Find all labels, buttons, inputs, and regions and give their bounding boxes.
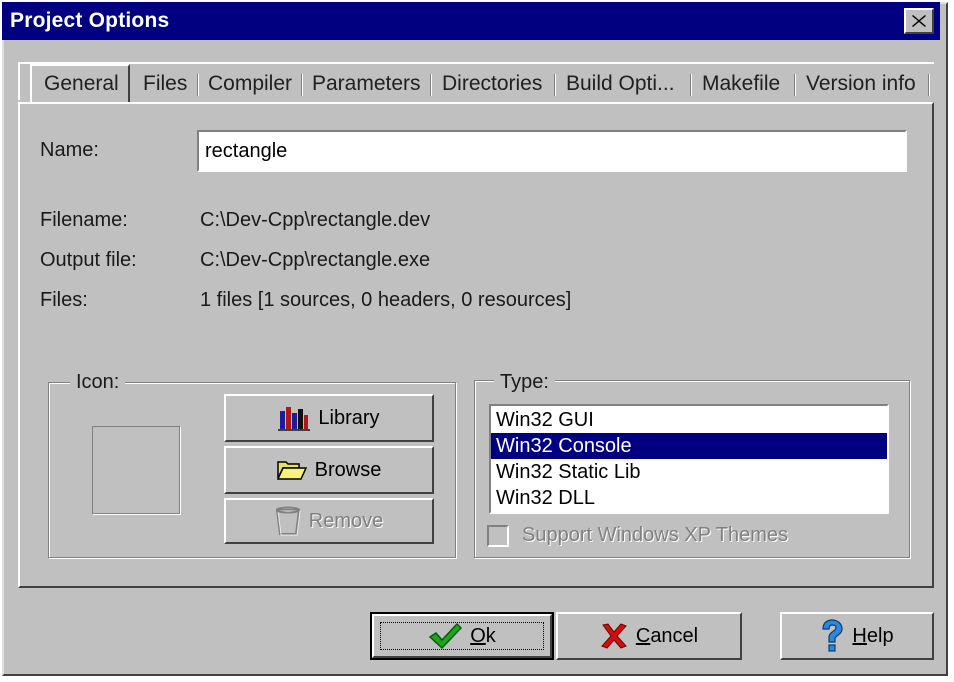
tab-separator bbox=[197, 74, 199, 96]
question-mark-icon bbox=[820, 619, 844, 653]
xp-themes-checkbox[interactable] bbox=[487, 525, 509, 547]
list-item-win32-dll[interactable]: Win32 DLL bbox=[491, 485, 887, 511]
tab-files[interactable]: Files bbox=[143, 72, 187, 96]
project-name-input[interactable] bbox=[197, 130, 907, 172]
window-title: Project Options bbox=[10, 9, 170, 32]
files-value: 1 files [1 sources, 0 headers, 0 resourc… bbox=[200, 289, 572, 311]
close-icon bbox=[912, 15, 926, 27]
browse-button[interactable]: Browse bbox=[224, 446, 434, 494]
icon-preview bbox=[92, 426, 180, 514]
library-books-icon bbox=[278, 405, 311, 431]
browse-button-label: Browse bbox=[314, 458, 382, 481]
output-file-value: C:\Dev-Cpp\rectangle.exe bbox=[200, 249, 431, 271]
cancel-button[interactable]: Cancel bbox=[556, 612, 742, 660]
tab-directories[interactable]: Directories bbox=[442, 72, 542, 96]
tab-separator bbox=[690, 74, 692, 96]
list-item-win32-static-lib[interactable]: Win32 Static Lib bbox=[491, 459, 887, 485]
red-x-icon bbox=[600, 623, 628, 649]
ok-focus-rect bbox=[380, 622, 544, 650]
library-button[interactable]: Library bbox=[224, 394, 434, 442]
tab-separator bbox=[301, 74, 303, 96]
list-item-win32-console[interactable]: Win32 Console bbox=[491, 433, 887, 459]
ok-button[interactable]: Ok bbox=[372, 614, 552, 658]
filename-label: Filename: bbox=[40, 209, 128, 231]
tab-separator bbox=[554, 74, 556, 96]
tab-parameters[interactable]: Parameters bbox=[312, 72, 421, 96]
tab-compiler[interactable]: Compiler bbox=[208, 72, 292, 96]
title-bar[interactable]: Project Options bbox=[2, 2, 940, 40]
library-button-label: Library bbox=[318, 406, 380, 429]
tab-separator bbox=[430, 74, 432, 96]
tab-separator bbox=[794, 74, 796, 96]
files-label: Files: bbox=[40, 289, 88, 311]
name-label: Name: bbox=[40, 139, 99, 161]
list-item-win32-gui[interactable]: Win32 GUI bbox=[491, 407, 887, 433]
trash-can-icon bbox=[275, 506, 301, 536]
help-button-label: Help bbox=[852, 624, 894, 647]
close-button[interactable] bbox=[904, 8, 934, 34]
output-file-label: Output file: bbox=[40, 249, 137, 271]
tab-general-label[interactable]: General bbox=[44, 72, 119, 96]
remove-button[interactable]: Remove bbox=[224, 498, 434, 544]
tab-separator bbox=[928, 74, 930, 96]
type-group-title: Type: bbox=[494, 371, 555, 394]
remove-button-label: Remove bbox=[308, 509, 384, 532]
help-button[interactable]: Help bbox=[780, 612, 934, 660]
tab-version-info[interactable]: Version info bbox=[806, 72, 916, 96]
xp-themes-label: Support Windows XP Themes bbox=[522, 524, 789, 546]
cancel-button-label: Cancel bbox=[635, 624, 699, 647]
filename-value: C:\Dev-Cpp\rectangle.dev bbox=[200, 209, 431, 231]
type-listbox[interactable]: Win32 GUI Win32 Console Win32 Static Lib… bbox=[489, 404, 889, 514]
icon-group-title: Icon: bbox=[70, 371, 126, 394]
tab-makefile[interactable]: Makefile bbox=[702, 72, 780, 96]
tab-build-options[interactable]: Build Opti... bbox=[566, 72, 675, 96]
folder-open-icon bbox=[276, 459, 307, 481]
